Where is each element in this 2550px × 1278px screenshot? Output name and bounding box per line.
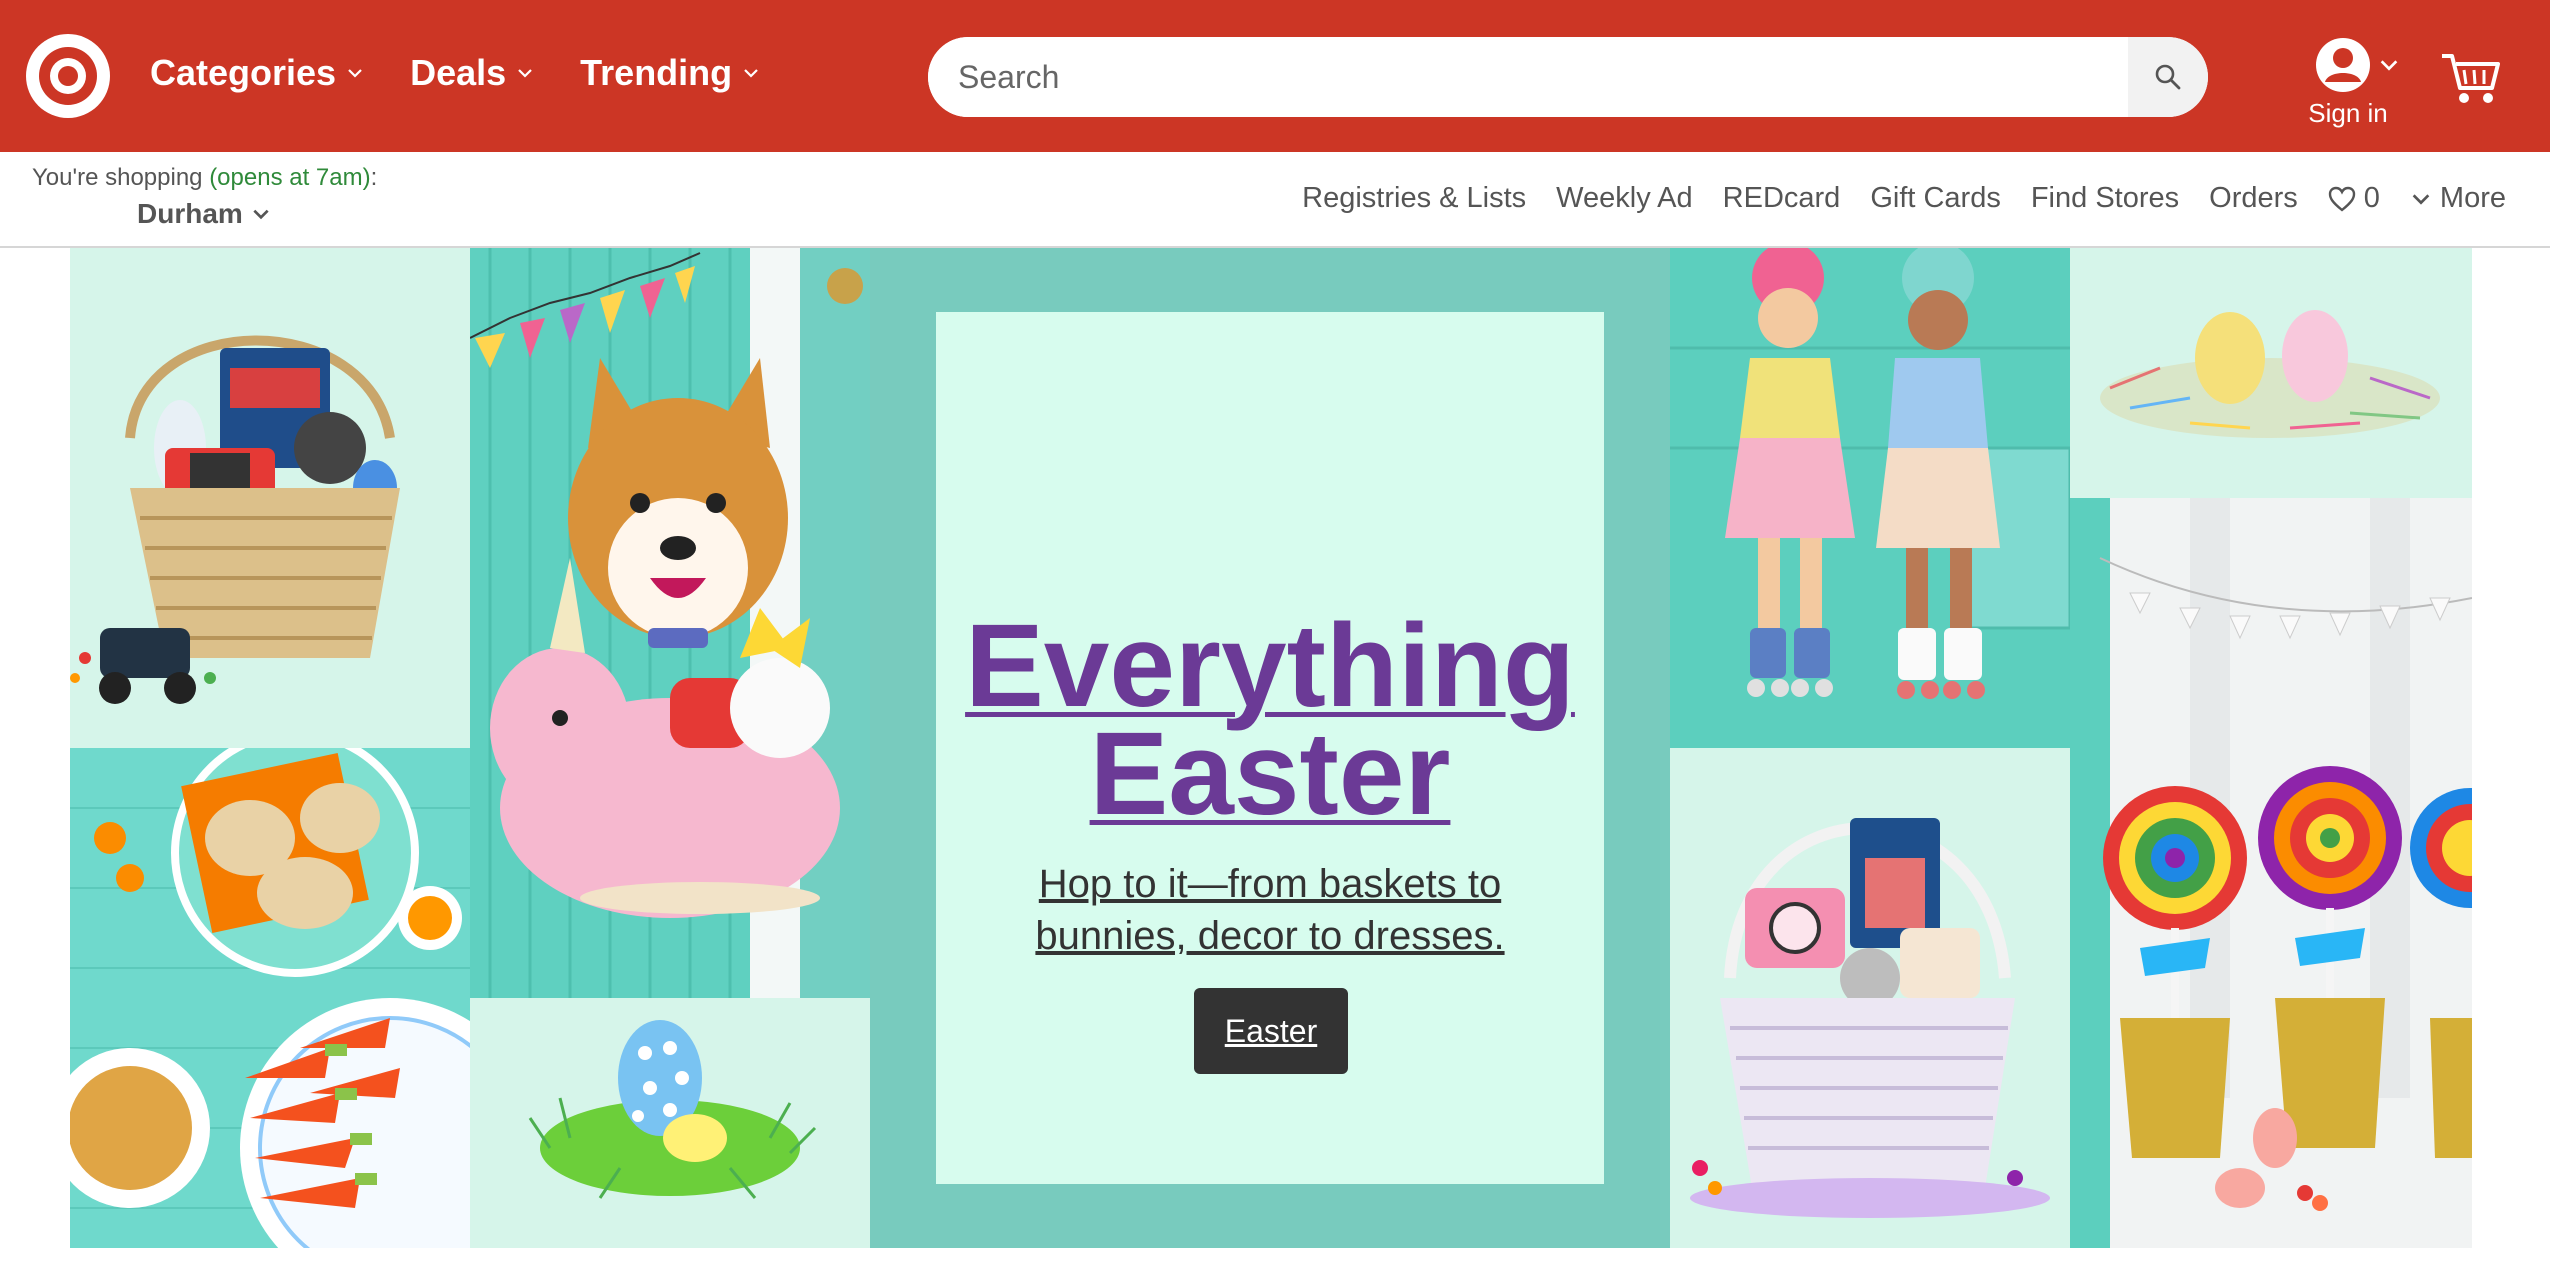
account-icon <box>2316 38 2370 92</box>
hero-headline[interactable]: Everything Easter <box>936 607 1604 833</box>
chevron-down-icon <box>518 69 532 78</box>
sign-in-label: Sign in <box>2308 98 2388 128</box>
store-suffix: : <box>370 164 378 191</box>
search-button[interactable] <box>2128 37 2208 117</box>
link-weekly-ad[interactable]: Weekly Ad <box>1556 182 1692 215</box>
utility-links: Registries & Lists Weekly Ad REDcard Gif… <box>1272 182 2506 215</box>
nav-trending[interactable]: Trending <box>580 52 760 94</box>
easter-button[interactable]: Easter <box>1194 988 1348 1074</box>
nav-categories-label: Categories <box>150 52 337 93</box>
chevron-down-icon <box>348 69 362 78</box>
search-input[interactable] <box>928 37 2128 117</box>
girls-roller-skates-image[interactable] <box>1670 248 2070 748</box>
main-nav: Categories Deals Trending <box>150 52 806 94</box>
eggs-nest-image[interactable] <box>2070 248 2472 498</box>
hero-subline[interactable]: Hop to it—from baskets to bunnies, decor… <box>996 858 1544 962</box>
easter-egg-grass-image[interactable] <box>470 998 870 1248</box>
pink-basket-image[interactable] <box>1670 748 2070 1248</box>
nav-deals-label: Deals <box>410 52 507 93</box>
heart-icon <box>2328 186 2355 212</box>
link-redcard[interactable]: REDcard <box>1723 182 1841 215</box>
store-selector: You're shopping (opens at 7am): Durham <box>32 164 377 230</box>
cart-icon[interactable] <box>2440 48 2502 110</box>
bunny-sandwich-plates-image[interactable] <box>70 748 470 1248</box>
link-find-stores[interactable]: Find Stores <box>2031 182 2179 215</box>
nav-trending-label: Trending <box>580 52 733 93</box>
target-logo-icon[interactable] <box>26 34 110 118</box>
chevron-down-icon <box>253 209 269 220</box>
lollipops-image[interactable] <box>2070 498 2472 1248</box>
store-hours: (opens at 7am) <box>209 164 371 191</box>
store-name: Durham <box>137 198 243 229</box>
hero-text-panel: Everything Easter Hop to it—from baskets… <box>936 312 1604 1184</box>
nav-categories[interactable]: Categories <box>150 52 364 94</box>
corgi-unicorn-image[interactable] <box>470 248 870 998</box>
egg-grass-illustration <box>528 1020 817 1199</box>
more-label: More <box>2439 182 2506 214</box>
top-header: Categories Deals Trending Search Sign in <box>0 0 2550 152</box>
chevron-down-icon <box>2380 60 2398 71</box>
sandwich-plates-illustration <box>70 748 470 1248</box>
pink-basket-illustration <box>1690 818 2050 1218</box>
roller-skates-illustration <box>1670 248 2070 699</box>
sign-in-button[interactable]: Sign in <box>2288 34 2408 130</box>
link-gift-cards[interactable]: Gift Cards <box>1870 182 2001 215</box>
basket-toys-illustration <box>70 335 400 704</box>
utility-bar: You're shopping (opens at 7am): Durham R… <box>0 152 2550 248</box>
easter-hero-banner: Everything Easter Hop to it—from baskets… <box>70 248 2472 1248</box>
nav-deals[interactable]: Deals <box>410 52 534 94</box>
store-status: You're shopping (opens at 7am): <box>32 164 377 192</box>
easter-basket-toys-image[interactable] <box>70 248 470 748</box>
store-name-button[interactable]: Durham <box>137 198 377 230</box>
more-menu-button[interactable]: More <box>2410 182 2506 215</box>
link-orders[interactable]: Orders <box>2209 182 2298 215</box>
lollipops-illustration <box>2070 498 2472 1248</box>
link-registries[interactable]: Registries & Lists <box>1302 182 1526 215</box>
search-icon <box>2155 64 2181 90</box>
store-prefix: You're shopping <box>32 164 210 191</box>
favorites-count: 0 <box>2363 182 2380 214</box>
chevron-down-icon <box>744 69 758 78</box>
eggs-nest-illustration <box>2100 310 2440 438</box>
favorites-button[interactable]: 0 <box>2328 182 2380 215</box>
search-bar <box>928 37 2208 117</box>
corgi-unicorn-illustration <box>470 248 870 998</box>
chevron-down-icon <box>2412 193 2430 205</box>
